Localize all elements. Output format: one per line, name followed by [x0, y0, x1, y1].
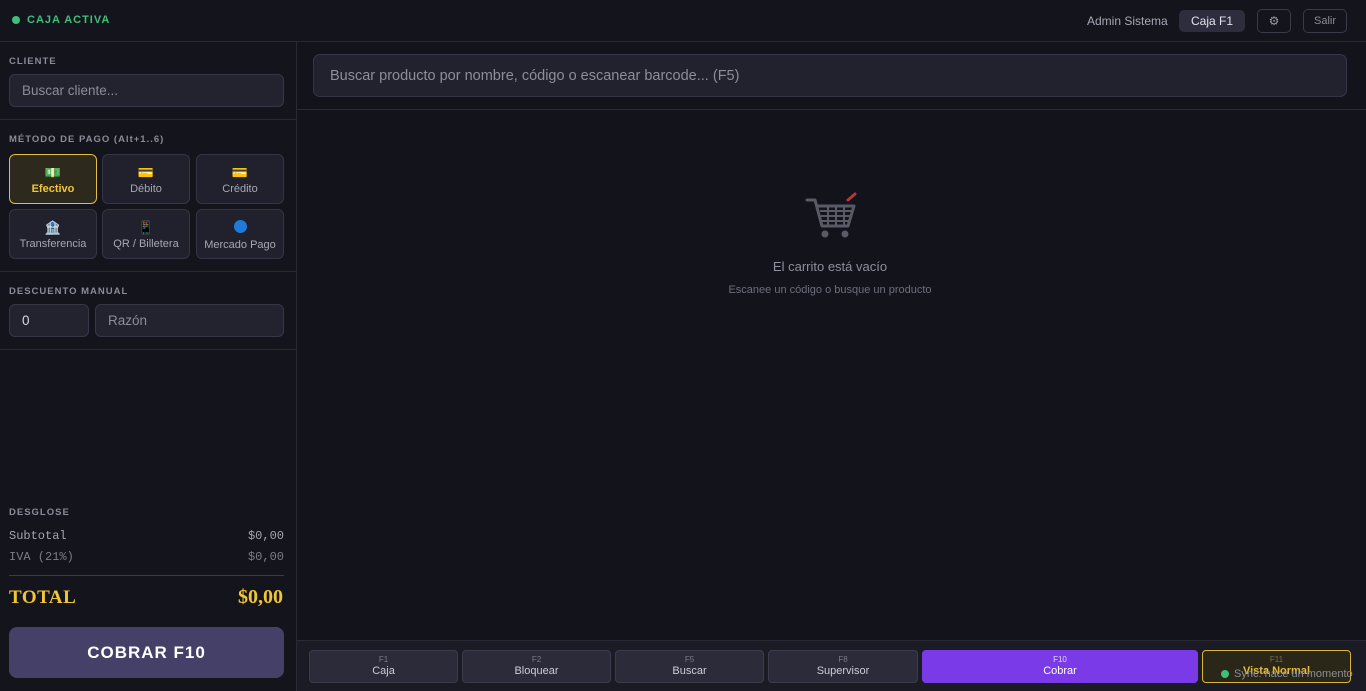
- empty-cart-subtitle: Escanee un código o busque un producto: [728, 284, 932, 296]
- iva-row: IVA (21%) $0,00: [9, 550, 284, 564]
- gear-icon: ⚙: [1268, 14, 1280, 28]
- payment-efectivo-button[interactable]: 💵 Efectivo: [9, 154, 97, 204]
- divider: [9, 575, 284, 576]
- status-dot-icon: [12, 16, 20, 24]
- fkey-buscar-button[interactable]: F5 Buscar: [615, 650, 764, 683]
- bank-icon: 🏦: [44, 220, 62, 235]
- subtotal-value: $0,00: [247, 529, 284, 543]
- razon-input[interactable]: [95, 304, 284, 337]
- status-label: CAJA ACTIVA: [27, 14, 111, 26]
- descuento-input[interactable]: [9, 304, 89, 337]
- fkey-bloquear-button[interactable]: F2 Bloquear: [462, 650, 611, 683]
- fkey-supervisor-button[interactable]: F8 Supervisor: [768, 650, 918, 683]
- settings-button[interactable]: ⚙: [1257, 9, 1291, 33]
- phone-icon: 📱: [137, 220, 155, 235]
- fkey-caja-button[interactable]: F1 Caja: [309, 650, 458, 683]
- divider: [0, 271, 297, 272]
- user-name: Admin Sistema: [1087, 14, 1168, 28]
- checkout-panel: CLIENTE MÉTODO DE PAGO (Alt+1..6) 💵 Efec…: [0, 42, 297, 691]
- empty-cart: El carrito está vacío Escanee un código …: [297, 190, 1363, 296]
- circle-icon: [197, 220, 283, 236]
- desglose-label: DESGLOSE: [9, 507, 70, 518]
- sync-dot-icon: [1221, 670, 1229, 678]
- total-label: TOTAL: [9, 587, 77, 608]
- fkey-cobrar-button[interactable]: F10 Cobrar: [922, 650, 1198, 683]
- sync-status: Sync: hace un momento: [1221, 668, 1353, 680]
- cart-icon: [805, 192, 857, 238]
- cobrar-button[interactable]: COBRAR F10: [9, 627, 284, 678]
- sync-text: Sync: hace un momento: [1234, 668, 1353, 680]
- card-icon: 💳: [137, 165, 155, 180]
- caja-status: CAJA ACTIVA: [12, 14, 110, 26]
- cliente-label: CLIENTE: [9, 56, 57, 67]
- divider: [0, 119, 297, 120]
- payment-debito-button[interactable]: 💳 Débito: [102, 154, 190, 204]
- cliente-search-input[interactable]: [9, 74, 284, 107]
- function-key-bar: F1 Caja F2 Bloquear F5 Buscar F8 Supervi…: [297, 640, 1366, 691]
- iva-value: $0,00: [247, 550, 284, 564]
- payment-qr-button[interactable]: 📱 QR / Billetera: [102, 209, 190, 259]
- divider: [0, 349, 297, 350]
- top-bar: CAJA ACTIVA Admin Sistema Caja F1 ⚙ Sali…: [0, 0, 1366, 42]
- product-search-input[interactable]: [313, 54, 1347, 97]
- empty-cart-title: El carrito está vacío: [772, 259, 888, 274]
- subtotal-label: Subtotal: [9, 529, 67, 543]
- card-icon: 💳: [231, 165, 249, 180]
- iva-label: IVA (21%): [9, 550, 74, 564]
- total-value: $0,00: [238, 586, 283, 608]
- subtotal-row: Subtotal $0,00: [9, 529, 284, 543]
- payment-transferencia-button[interactable]: 🏦 Transferencia: [9, 209, 97, 259]
- divider: [297, 109, 1366, 110]
- caja-badge[interactable]: Caja F1: [1179, 10, 1245, 32]
- payment-credito-button[interactable]: 💳 Crédito: [196, 154, 284, 204]
- exit-button[interactable]: Salir: [1303, 9, 1347, 33]
- payment-method-label: MÉTODO DE PAGO (Alt+1..6): [9, 134, 165, 145]
- payment-mercadopago-button[interactable]: Mercado Pago: [196, 209, 284, 259]
- cash-icon: 💵: [44, 165, 62, 180]
- descuento-label: DESCUENTO MANUAL: [9, 286, 129, 297]
